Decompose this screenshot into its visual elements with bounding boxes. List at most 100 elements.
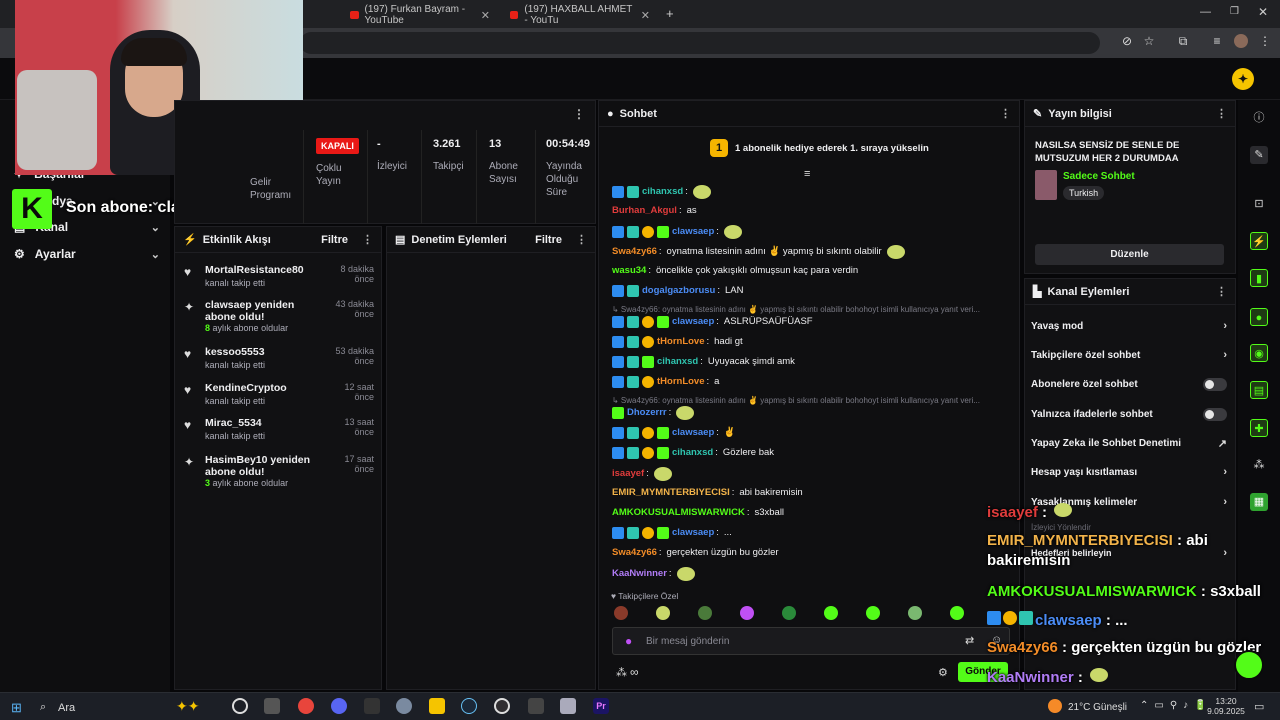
search-icon[interactable]: ⌕: [40, 701, 46, 714]
chat-message[interactable]: cihanxsd:: [612, 185, 711, 199]
chat-username[interactable]: clawsaep: [672, 427, 714, 439]
channel-action-row[interactable]: Takipçilere özel sohbet ›: [1031, 349, 1227, 361]
chat-username[interactable]: Swa4zy66: [612, 547, 657, 559]
windows-start-icon[interactable]: ⊞: [11, 700, 22, 716]
info-icon[interactable]: ⓘ: [1250, 109, 1268, 127]
bolt-tool-icon[interactable]: ⚡: [1250, 232, 1268, 250]
more-icon[interactable]: ⋮: [1216, 107, 1227, 120]
chat-username[interactable]: KaaNwinner: [612, 568, 667, 580]
minimize-icon[interactable]: —: [1200, 6, 1211, 18]
chat-message[interactable]: clawsaep:: [612, 225, 742, 239]
channel-action-row[interactable]: Yavaş mod ›: [1031, 320, 1227, 332]
toggle-switch[interactable]: [1203, 378, 1227, 391]
cortana-icon[interactable]: [232, 698, 248, 714]
chat-message[interactable]: dogalgazborusu: LAN: [612, 285, 744, 297]
chat-input-placeholder[interactable]: Bir mesaj gönderin: [646, 636, 729, 647]
premiere-icon[interactable]: Pr: [593, 698, 609, 714]
chat-username[interactable]: AMKOKUSUALMISWARWICK: [612, 507, 745, 519]
file-explorer-icon[interactable]: [429, 698, 445, 714]
clock[interactable]: 13:20 9.09.2025: [1206, 696, 1246, 716]
channel-action-row[interactable]: Abonelere özel sohbet: [1031, 378, 1227, 391]
close-window-icon[interactable]: ✕: [1258, 5, 1268, 19]
chat-message[interactable]: wasu34: öncelikle çok yakışıklı olmuşsun …: [612, 265, 858, 277]
emote-icon[interactable]: [866, 606, 880, 620]
chat-username[interactable]: isaayef: [612, 468, 644, 480]
app-grid-icon[interactable]: [528, 698, 544, 714]
chat-username[interactable]: cihanxsd: [657, 356, 698, 368]
pinned-collapse-icon[interactable]: ≡: [804, 168, 810, 180]
edit-button[interactable]: Düzenle: [1035, 244, 1224, 265]
chat-tool-icon[interactable]: ●: [1250, 308, 1268, 326]
more-icon[interactable]: ⋮: [573, 107, 585, 121]
notifications-icon[interactable]: ▭: [1254, 700, 1264, 713]
shapes-icon[interactable]: ⁂: [1250, 456, 1268, 474]
menu-icon[interactable]: ⋮: [1258, 34, 1272, 48]
chat-message[interactable]: clawsaep:...: [612, 527, 732, 539]
emote-icon[interactable]: [782, 606, 796, 620]
extensions-icon[interactable]: ⧉: [1176, 34, 1190, 48]
category-link[interactable]: Sadece Sohbet: [1063, 171, 1135, 182]
app-icon-2[interactable]: [560, 698, 576, 714]
emote-icon[interactable]: [656, 606, 670, 620]
profile-avatar[interactable]: [1234, 34, 1248, 48]
emote-icon[interactable]: [950, 606, 964, 620]
chat-settings-icon[interactable]: ⚙: [938, 666, 948, 679]
support-chat-icon[interactable]: [1234, 650, 1264, 680]
omnibox[interactable]: [300, 32, 1100, 54]
focus-icon[interactable]: ⊡: [1250, 195, 1268, 213]
kick-dashboard-icon[interactable]: ✦: [1232, 68, 1254, 90]
chat-message[interactable]: tHornLove: hadi gt: [612, 336, 743, 348]
chat-message[interactable]: AMKOKUSUALMISWARWICK: s3xball: [612, 507, 784, 519]
pencil-tool-icon[interactable]: ✎: [1250, 146, 1268, 164]
chat-input-box[interactable]: ● Bir mesaj gönderin ⇄ ☺: [612, 627, 1010, 655]
media-icon[interactable]: ≡: [1210, 34, 1224, 48]
chat-username[interactable]: wasu34: [612, 265, 646, 277]
obs-icon[interactable]: [494, 698, 510, 714]
more-icon[interactable]: ⋮: [1000, 107, 1011, 120]
emote-icon[interactable]: [908, 606, 922, 620]
chat-username[interactable]: clawsaep: [672, 226, 714, 238]
close-icon[interactable]: ✕: [481, 9, 490, 22]
chat-message[interactable]: Swa4zy66: gerçekten üzgün bu gözler: [612, 547, 779, 559]
more-icon[interactable]: ⋮: [1216, 285, 1227, 298]
chat-username[interactable]: clawsaep: [672, 316, 714, 328]
emote-icon[interactable]: [824, 606, 838, 620]
chat-message[interactable]: tHornLove: a: [612, 376, 719, 388]
browser-tab[interactable]: (197) HAXBALL AHMET - YouTu ✕: [504, 4, 656, 26]
chat-username[interactable]: Dhozerrr: [627, 407, 667, 419]
chat-message[interactable]: cihanxsd: Gözlere bak: [612, 447, 774, 459]
points-icon[interactable]: ⁂: [616, 666, 627, 679]
chat-username[interactable]: Swa4zy66: [612, 246, 657, 258]
channel-action-row[interactable]: Yapay Zeka ile Sohbet Denetimi ↗: [1031, 437, 1227, 450]
chat-message[interactable]: KaaNwinner:: [612, 567, 695, 581]
chat-message[interactable]: clawsaep: ✌: [612, 427, 736, 439]
chat-username[interactable]: EMIR_MYMNTERBIYECISI: [612, 487, 730, 499]
chat-message[interactable]: clawsaep: ASLRÜPSAÜFÜASF: [612, 316, 813, 328]
more-icon[interactable]: ⋮: [576, 233, 587, 246]
mic-icon[interactable]: ●: [625, 634, 632, 648]
chat-message[interactable]: EMIR_MYMNTERBIYECISI: abi bakiremisin: [612, 487, 803, 499]
emote-icon[interactable]: [740, 606, 754, 620]
task-view-icon[interactable]: [264, 698, 280, 714]
chat-username[interactable]: cihanxsd: [642, 186, 683, 198]
channel-action-row[interactable]: Yalnızca ifadelerle sohbet: [1031, 408, 1227, 421]
weather-text[interactable]: 21°C Güneşli: [1068, 702, 1127, 713]
emote-icon[interactable]: [698, 606, 712, 620]
close-icon[interactable]: ✕: [641, 9, 650, 22]
chat-username[interactable]: dogalgazborusu: [642, 285, 715, 297]
broadcast-tool-icon[interactable]: ◉: [1250, 344, 1268, 362]
taskbar-search[interactable]: Ara: [58, 702, 75, 714]
star-icon[interactable]: ☆: [1142, 34, 1156, 48]
chat-message[interactable]: Dhozerrr:: [612, 406, 695, 420]
chat-message[interactable]: Swa4zy66: oynatma listesinin adını ✌ yapm…: [612, 245, 905, 259]
filter-button[interactable]: Filtre: [535, 234, 562, 246]
translate-icon[interactable]: ⇄: [965, 634, 974, 647]
emote-icon[interactable]: [614, 606, 628, 620]
chat-username[interactable]: Burhan_Akgul: [612, 205, 677, 217]
sidebar-item-settings[interactable]: ⚙ Ayarlar ⌄: [14, 247, 160, 261]
note-tool-icon[interactable]: ▮: [1250, 269, 1268, 287]
wrench-tool-icon[interactable]: ✚: [1250, 419, 1268, 437]
toggle-switch[interactable]: [1203, 408, 1227, 421]
restore-icon[interactable]: ❐: [1230, 6, 1239, 17]
clapper-icon[interactable]: ▦: [1250, 493, 1268, 511]
